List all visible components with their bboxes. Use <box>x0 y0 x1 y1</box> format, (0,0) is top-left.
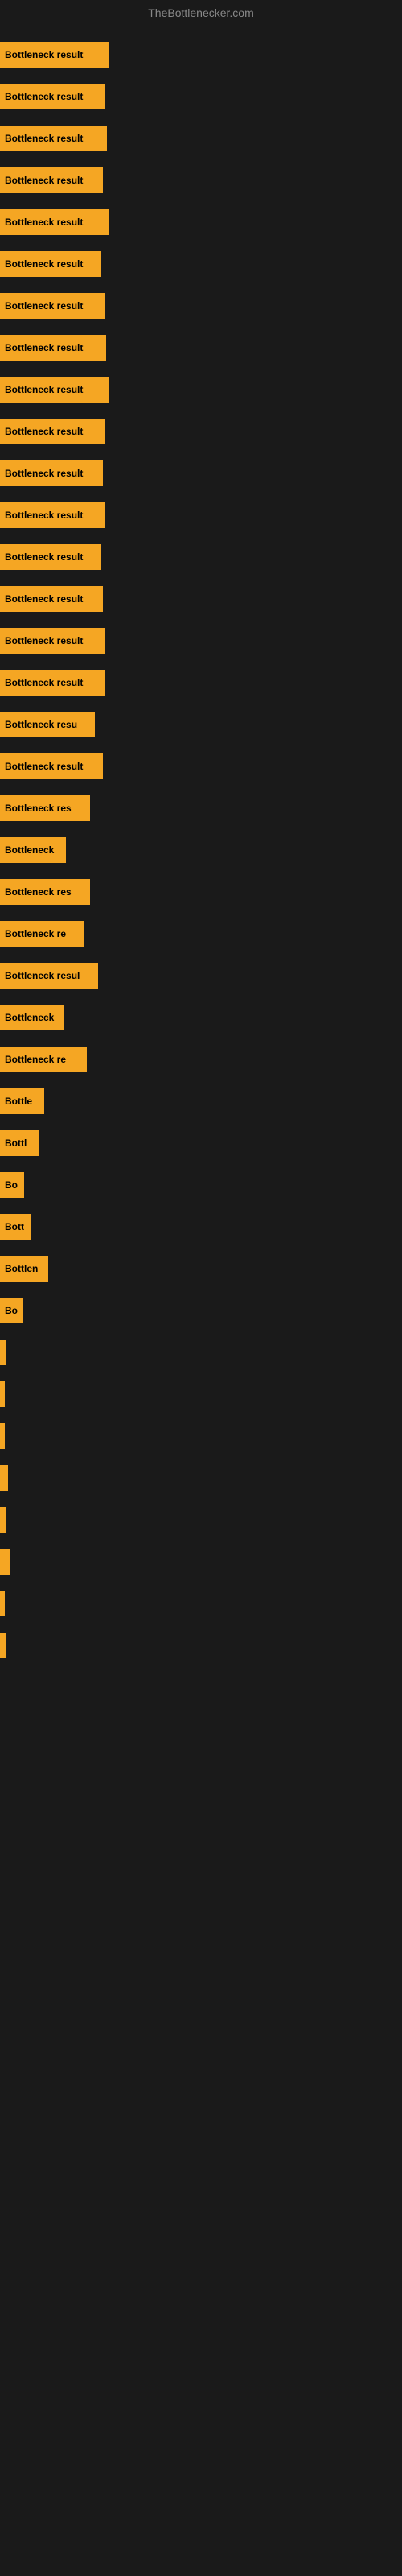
result-bar: Bottlen <box>0 1256 48 1282</box>
bar-row: Bottleneck re <box>0 1038 402 1080</box>
bar-row <box>0 1541 402 1583</box>
bar-row: Bottleneck result <box>0 76 402 118</box>
result-bar: Bottleneck result <box>0 126 107 151</box>
result-bar: Bottle <box>0 1088 44 1114</box>
bar-row: Bottlen <box>0 1248 402 1290</box>
result-bar: Bottleneck <box>0 837 66 863</box>
bar-row <box>0 1415 402 1457</box>
bar-row <box>0 1331 402 1373</box>
bar-row: Bo <box>0 1164 402 1206</box>
result-bar: Bottleneck re <box>0 921 84 947</box>
bar-row: Bottleneck <box>0 829 402 871</box>
result-bar: Bottleneck res <box>0 879 90 905</box>
result-bar: Bottleneck resul <box>0 963 98 989</box>
bar-row: Bottleneck re <box>0 913 402 955</box>
bar-row: Bottleneck result <box>0 452 402 494</box>
bar-row: Bottleneck result <box>0 536 402 578</box>
bar-row: Bottleneck result <box>0 494 402 536</box>
bar-row: Bottleneck result <box>0 662 402 704</box>
result-bar: Bottleneck result <box>0 42 109 68</box>
bar-row <box>0 1583 402 1624</box>
result-bar: Bottleneck resu <box>0 712 95 737</box>
bar-row: Bottleneck <box>0 997 402 1038</box>
result-bar: Bo <box>0 1172 24 1198</box>
bar-row <box>0 1373 402 1415</box>
bar-row <box>0 1457 402 1499</box>
result-bar: Bottleneck result <box>0 377 109 402</box>
result-bar <box>0 1423 5 1449</box>
result-bar: Bottleneck result <box>0 335 106 361</box>
bars-container: Bottleneck result Bottleneck result Bottle… <box>0 26 402 1674</box>
site-title: TheBottlenecker.com <box>0 0 402 26</box>
result-bar: Bottleneck result <box>0 167 103 193</box>
result-bar <box>0 1591 5 1616</box>
bar-row: Bottleneck res <box>0 787 402 829</box>
bar-row: Bottleneck result <box>0 327 402 369</box>
result-bar: Bottleneck result <box>0 502 105 528</box>
result-bar <box>0 1549 10 1575</box>
result-bar: Bottleneck result <box>0 628 105 654</box>
bar-row: Bottleneck result <box>0 201 402 243</box>
result-bar: Bott <box>0 1214 31 1240</box>
bar-row: Bottleneck resul <box>0 955 402 997</box>
result-bar: Bottleneck result <box>0 544 100 570</box>
result-bar: Bottleneck result <box>0 586 103 612</box>
result-bar: Bottleneck re <box>0 1046 87 1072</box>
result-bar: Bottleneck <box>0 1005 64 1030</box>
bar-row: Bottleneck result <box>0 118 402 159</box>
result-bar: Bottleneck result <box>0 84 105 109</box>
result-bar <box>0 1340 6 1365</box>
bar-row: Bottleneck res <box>0 871 402 913</box>
result-bar: Bottleneck result <box>0 670 105 696</box>
result-bar: Bottleneck result <box>0 460 103 486</box>
result-bar <box>0 1381 5 1407</box>
result-bar: Bottleneck result <box>0 419 105 444</box>
result-bar <box>0 1465 8 1491</box>
result-bar: Bo <box>0 1298 23 1323</box>
result-bar: Bottl <box>0 1130 39 1156</box>
bar-row: Bottleneck result <box>0 411 402 452</box>
result-bar: Bottleneck result <box>0 293 105 319</box>
result-bar <box>0 1633 6 1658</box>
bar-row <box>0 1624 402 1666</box>
bar-row: Bottl <box>0 1122 402 1164</box>
bar-row: Bottleneck result <box>0 243 402 285</box>
result-bar: Bottleneck res <box>0 795 90 821</box>
result-bar <box>0 1507 6 1533</box>
site-title-text: TheBottlenecker.com <box>148 6 254 19</box>
result-bar: Bottleneck result <box>0 251 100 277</box>
bar-row: Bottleneck result <box>0 159 402 201</box>
bar-row: Bottle <box>0 1080 402 1122</box>
bar-row: Bottleneck result <box>0 34 402 76</box>
bar-row: Bottleneck result <box>0 578 402 620</box>
bar-row: Bo <box>0 1290 402 1331</box>
bar-row: Bottleneck result <box>0 745 402 787</box>
result-bar: Bottleneck result <box>0 209 109 235</box>
bar-row: Bott <box>0 1206 402 1248</box>
bar-row: Bottleneck result <box>0 620 402 662</box>
result-bar: Bottleneck result <box>0 753 103 779</box>
bar-row: Bottleneck resu <box>0 704 402 745</box>
bar-row: Bottleneck result <box>0 369 402 411</box>
bar-row: Bottleneck result <box>0 285 402 327</box>
bar-row <box>0 1499 402 1541</box>
